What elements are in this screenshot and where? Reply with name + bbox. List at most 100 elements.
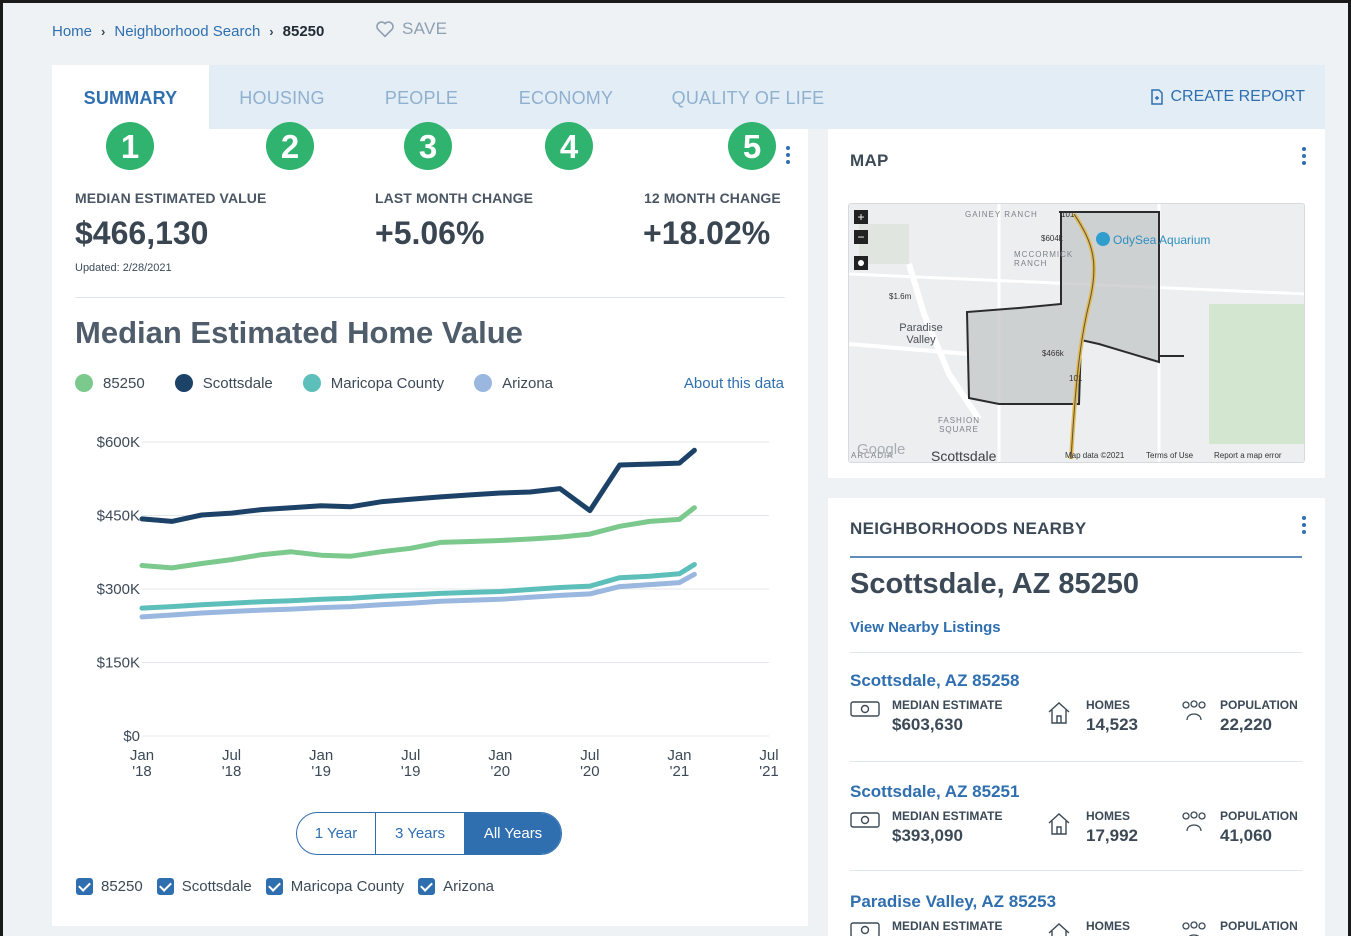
- homes-label: HOMES: [1086, 698, 1131, 712]
- x-tick-year-label: '21: [670, 763, 690, 780]
- population-value: 22,220: [1220, 715, 1272, 734]
- legend-dot: [474, 374, 493, 392]
- nearby-menu-kebab-icon[interactable]: [1301, 516, 1307, 538]
- map-label-route-101: 101: [1061, 210, 1075, 219]
- median-estimate-label: MEDIAN ESTIMATE: [892, 919, 1003, 933]
- last-month-change-label: LAST MONTH CHANGE: [375, 190, 534, 206]
- map-label-scottsdale: Scottsdale: [931, 448, 997, 463]
- legend-item-85250: 85250: [75, 374, 145, 392]
- tab-housing[interactable]: HOUSING: [227, 65, 337, 129]
- legend-item-scottsdale: Scottsdale: [174, 374, 273, 392]
- breadcrumb-neighborhood-search[interactable]: Neighborhood Search: [114, 23, 260, 40]
- map-footer-report-link[interactable]: Report a map error: [1214, 451, 1282, 460]
- nearby-item-link[interactable]: Scottsdale, AZ 85251: [850, 782, 1019, 802]
- tab-people[interactable]: PEOPLE: [374, 65, 469, 129]
- tab-summary[interactable]: SUMMARY: [52, 65, 209, 129]
- summary-menu-kebab-icon[interactable]: [785, 146, 791, 168]
- population-value: 41,060: [1220, 826, 1272, 845]
- breadcrumb-current: 85250: [282, 22, 325, 40]
- callout-marker-5: 5: [728, 122, 776, 170]
- view-nearby-listings-link[interactable]: View Nearby Listings: [850, 619, 1001, 636]
- about-this-data-link[interactable]: About this data: [684, 375, 784, 392]
- nearby-title: NEIGHBORHOODS NEARBY: [850, 519, 1087, 538]
- money-icon: [850, 701, 880, 717]
- checkbox-scottsdale[interactable]: Scottsdale: [156, 878, 252, 895]
- checkbox-maricopa-county[interactable]: Maricopa County: [265, 878, 405, 895]
- breadcrumb-separator-icon: ›: [269, 23, 274, 39]
- checkbox-label: Arizona: [443, 878, 495, 895]
- median-estimated-value-label: MEDIAN ESTIMATED VALUE: [75, 190, 267, 206]
- x-tick-label: Jan: [309, 747, 333, 764]
- nearby-item-link[interactable]: Scottsdale, AZ 85258: [850, 671, 1019, 691]
- last-month-change-value: +5.06%: [375, 215, 485, 251]
- map-label-route-101-south: 101: [1069, 374, 1083, 383]
- map-panel: MAP + − GAINEY RANCH 101 $604k MCCORMICK…: [828, 129, 1325, 478]
- people-icon: [1182, 811, 1206, 832]
- checkbox-label: Maricopa County: [290, 878, 405, 895]
- y-tick-label: $300K: [97, 581, 140, 598]
- nearby-separator: [850, 652, 1302, 653]
- homes-label: HOMES: [1086, 919, 1131, 933]
- svg-text:+: +: [857, 210, 864, 224]
- save-button[interactable]: SAVE: [375, 19, 447, 39]
- map-label-fashion-square: FASHION SQUARE: [937, 416, 981, 434]
- x-tick-label: Jul: [222, 747, 241, 764]
- svg-text:−: −: [857, 230, 864, 244]
- x-tick-label: Jan: [488, 747, 512, 764]
- x-tick-label: Jul: [580, 747, 599, 764]
- checkbox-arizona[interactable]: Arizona: [418, 878, 494, 895]
- home-value-chart: $0$150K$300K$450K$600KJan'18Jul'18Jan'19…: [97, 434, 779, 780]
- series-checkboxes: 85250 Scottsdale Maricopa County Arizona: [76, 878, 508, 895]
- map-label-gainey-ranch: GAINEY RANCH: [965, 210, 1038, 219]
- checkbox-label: Scottsdale: [181, 878, 252, 895]
- map-view[interactable]: + − GAINEY RANCH 101 $604k MCCORMICK RAN…: [848, 203, 1305, 463]
- range-all-years-button[interactable]: All Years: [465, 813, 561, 854]
- median-estimate-value: $393,090: [892, 826, 963, 845]
- x-tick-year-label: '19: [311, 763, 331, 780]
- median-estimate-value: $603,630: [892, 715, 963, 734]
- breadcrumb: Home › Neighborhood Search › 85250: [52, 20, 324, 42]
- range-1-year-button[interactable]: 1 Year: [297, 813, 376, 854]
- stats-divider: [75, 297, 785, 298]
- callout-marker-4: 4: [545, 122, 593, 170]
- twelve-month-change-label: 12 MONTH CHANGE: [644, 190, 781, 206]
- x-tick-label: Jan: [130, 747, 154, 764]
- tab-economy[interactable]: ECONOMY: [507, 65, 625, 129]
- legend-item-arizona: Arizona: [474, 374, 553, 392]
- nearby-item: Paradise Valley, AZ 85253 MEDIAN ESTIMAT…: [850, 892, 1302, 936]
- callout-marker-2: 2: [266, 122, 314, 170]
- checkbox-checked-icon: [76, 878, 93, 895]
- legend-dot: [75, 374, 93, 392]
- house-icon: [1048, 813, 1070, 835]
- heart-icon: [376, 21, 394, 38]
- people-icon: [1182, 700, 1206, 721]
- checkbox-checked-icon: [156, 878, 174, 895]
- x-tick-year-label: '19: [401, 763, 421, 780]
- map-label-paradise-valley: Paradise Valley: [899, 322, 943, 346]
- tab-bar: SUMMARY HOUSING PEOPLE ECONOMY QUALITY O…: [52, 65, 1325, 129]
- breadcrumb-home[interactable]: Home: [52, 23, 92, 40]
- x-tick-label: Jul: [401, 747, 420, 764]
- nearby-rule: [850, 556, 1302, 558]
- legend-item-maricopa: Maricopa County: [302, 374, 444, 392]
- y-tick-label: $600K: [97, 434, 140, 451]
- create-report-button[interactable]: CREATE REPORT: [1150, 65, 1305, 129]
- callout-marker-3: 3: [404, 122, 452, 170]
- map-footer-terms-link[interactable]: Terms of Use: [1146, 451, 1193, 460]
- map-menu-kebab-icon[interactable]: [1301, 147, 1307, 169]
- tab-quality-of-life[interactable]: QUALITY OF LIFE: [664, 65, 832, 129]
- y-tick-label: $0: [123, 728, 140, 745]
- population-label: POPULATION: [1220, 919, 1298, 933]
- x-tick-year-label: '20: [580, 763, 600, 780]
- x-tick-label: Jul: [759, 747, 778, 764]
- checkbox-85250[interactable]: 85250: [76, 878, 143, 895]
- map-title: MAP: [850, 151, 889, 170]
- nearby-heading: Scottsdale, AZ 85250: [850, 568, 1140, 600]
- series-line-scottsdale: [139, 447, 697, 524]
- document-icon: [1151, 89, 1164, 105]
- nearby-item-link[interactable]: Paradise Valley, AZ 85253: [850, 892, 1056, 912]
- checkbox-label: 85250: [101, 878, 143, 895]
- callout-marker-1: 1: [106, 122, 154, 170]
- nearby-separator: [850, 870, 1302, 871]
- range-3-years-button[interactable]: 3 Years: [376, 813, 465, 854]
